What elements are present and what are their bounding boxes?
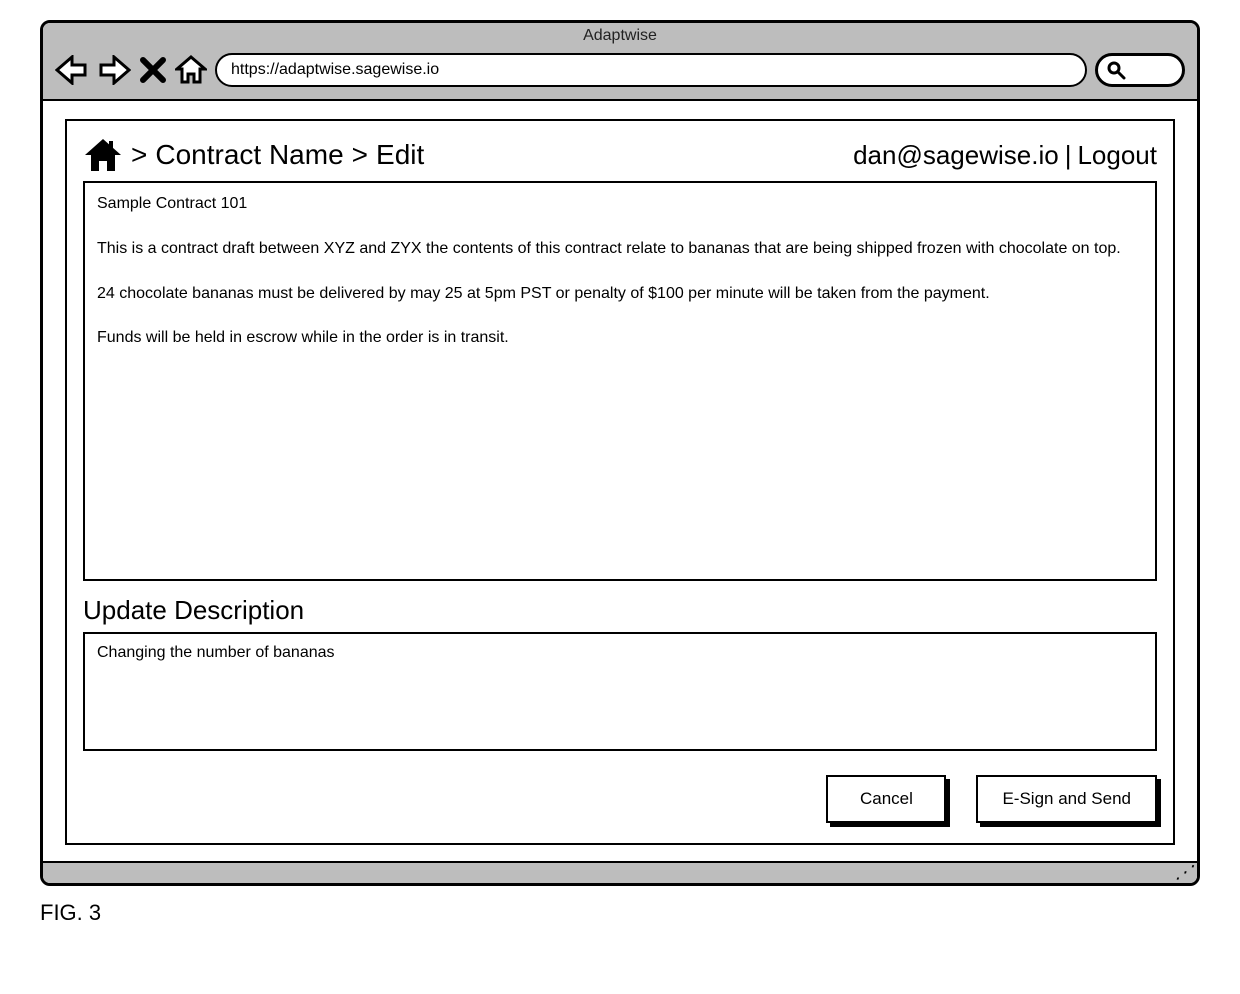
breadcrumb-separator: >	[131, 139, 147, 171]
window-title: Adaptwise	[43, 23, 1197, 47]
home-icon[interactable]	[175, 55, 207, 85]
update-description-input[interactable]	[95, 642, 1145, 736]
esign-send-button[interactable]: E-Sign and Send	[976, 775, 1157, 823]
user-email: dan@sagewise.io	[853, 140, 1059, 171]
logout-link[interactable]: Logout	[1077, 140, 1157, 171]
contract-editor[interactable]: Sample Contract 101 This is a contract d…	[83, 181, 1157, 581]
page-frame: > Contract Name > Edit dan@sagewise.io |…	[65, 119, 1175, 845]
breadcrumb-home-icon[interactable]	[83, 137, 123, 173]
search-icon	[1106, 60, 1126, 80]
update-description-title: Update Description	[83, 595, 1157, 626]
status-bar: ⋰	[43, 861, 1197, 883]
search-box[interactable]	[1095, 53, 1185, 87]
action-button-row: Cancel E-Sign and Send	[83, 775, 1157, 823]
address-bar[interactable]	[215, 53, 1087, 87]
separator: |	[1065, 140, 1072, 171]
figure-caption: FIG. 3	[40, 900, 1200, 926]
page-viewport: > Contract Name > Edit dan@sagewise.io |…	[43, 101, 1197, 861]
breadcrumb-separator: >	[352, 139, 368, 171]
forward-icon[interactable]	[97, 55, 131, 85]
update-description-box	[83, 632, 1157, 751]
breadcrumb: > Contract Name > Edit	[83, 137, 424, 173]
browser-window: Adaptwise	[40, 20, 1200, 886]
stop-icon[interactable]	[139, 56, 167, 84]
user-block: dan@sagewise.io | Logout	[853, 140, 1157, 171]
breadcrumb-contract-name[interactable]: Contract Name	[155, 139, 343, 171]
browser-toolbar: Adaptwise	[43, 23, 1197, 101]
resize-grip-icon[interactable]: ⋰	[1175, 863, 1193, 881]
page-header: > Contract Name > Edit dan@sagewise.io |…	[83, 133, 1157, 181]
breadcrumb-edit: Edit	[376, 139, 424, 171]
cancel-button[interactable]: Cancel	[826, 775, 946, 823]
back-icon[interactable]	[55, 55, 89, 85]
